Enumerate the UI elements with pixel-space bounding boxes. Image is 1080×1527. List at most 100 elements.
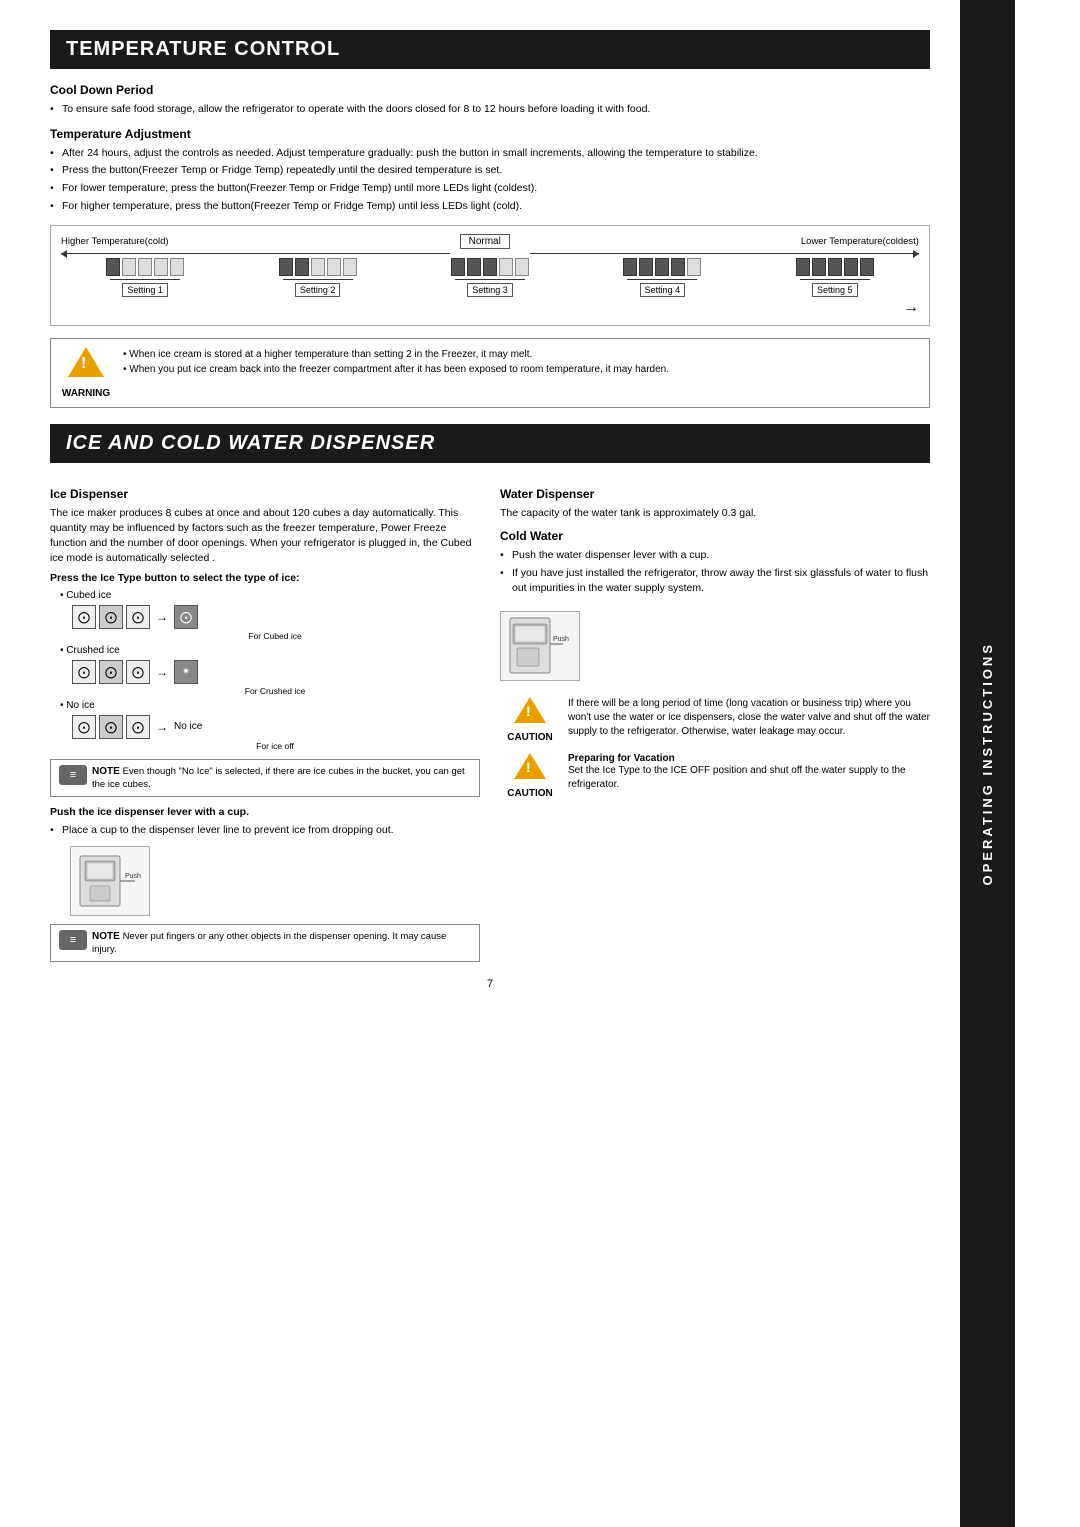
note-text-2: Never put fingers or any other objects i… [92, 931, 446, 955]
temp-adjustment-list: After 24 hours, adjust the controls as n… [50, 146, 930, 214]
note-box-2: ≡ NOTE Never put fingers or any other ob… [50, 924, 480, 963]
ice-icon-1: ⨀ [72, 605, 96, 629]
led [639, 258, 653, 276]
cool-down-text: To ensure safe food storage, allow the r… [50, 102, 930, 117]
setting-3-label: Setting 3 [467, 283, 513, 297]
svg-text:Push: Push [553, 636, 569, 643]
ice-arrow-2: → [156, 665, 168, 679]
led [796, 258, 810, 276]
setting-1-leds [106, 258, 184, 276]
setting-2-block: Setting 2 [279, 258, 357, 297]
caution-2-text-col: Preparing for Vacation Set the Ice Type … [568, 753, 930, 795]
setting-1-label: Setting 1 [122, 283, 168, 297]
led [515, 258, 529, 276]
cold-water-heading: Cold Water [500, 529, 930, 543]
caution-2-heading: Preparing for Vacation [568, 753, 930, 764]
no-ice-icon-group: ⨀ ⨀ ⨀ [72, 715, 150, 739]
caution-1-text: If there will be a long period of time (… [568, 697, 930, 739]
note-inner-1: ≡ NOTE Even though "No Ice" is selected,… [59, 765, 471, 792]
setting-line [283, 279, 353, 280]
setting-5-leds [796, 258, 874, 276]
led [295, 258, 309, 276]
cubed-ice-row: • Cubed ice ⨀ ⨀ ⨀ → ⨀ For Cubed ice [60, 590, 480, 641]
ice-icon-n3: ⨀ [126, 715, 150, 739]
note-label-2: NOTE [92, 931, 123, 942]
water-dispenser-image: Push [500, 611, 580, 681]
normal-label: Normal [460, 234, 510, 249]
temp-diagram: Higher Temperature(cold) Normal Lower Te… [50, 225, 930, 326]
caution-1-label: CAUTION [507, 732, 553, 743]
caution-2-label: CAUTION [507, 788, 553, 799]
setting-4-leds [623, 258, 701, 276]
lower-temp-label: Lower Temperature(coldest) [801, 236, 919, 247]
water-dispenser-image-row: Push [500, 603, 930, 689]
ice-icon-c1: ⨀ [72, 660, 96, 684]
setting-4-label: Setting 4 [640, 283, 686, 297]
ice-icon-selected-1: ⨀ [174, 605, 198, 629]
temp-adjustment-heading: Temperature Adjustment [50, 127, 930, 141]
push-bullet: Place a cup to the dispenser lever line … [50, 823, 480, 838]
note-content-2: NOTE Never put fingers or any other obje… [92, 930, 471, 957]
ice-section-title: ICE and COLD WATER DISPENSER [66, 432, 914, 455]
led [279, 258, 293, 276]
led [170, 258, 184, 276]
note-icon-2: ≡ [59, 930, 87, 950]
for-cubed-label: For Cubed ice [70, 631, 480, 641]
caution-box-1: CAUTION If there will be a long period o… [500, 697, 930, 743]
no-ice-end-label: No ice [174, 721, 202, 732]
cubed-ice-icon-group: ⨀ ⨀ ⨀ [72, 605, 150, 629]
setting-2-label: Setting 2 [295, 283, 341, 297]
ice-icon-2: ⨀ [99, 605, 123, 629]
no-ice-label: • No ice [60, 700, 480, 711]
ice-icon-c3: ⨀ [126, 660, 150, 684]
ice-icon-3: ⨀ [126, 605, 150, 629]
crushed-ice-icons: ⨀ ⨀ ⨀ → ✷ [72, 660, 480, 684]
crushed-ice-row: • Crushed ice ⨀ ⨀ ⨀ → ✷ For Crushed ice [60, 645, 480, 696]
setting-3-block: Setting 3 [451, 258, 529, 297]
ice-icon-selected-2: ✷ [174, 660, 198, 684]
for-crushed-label: For Crushed ice [70, 686, 480, 696]
ice-arrow-1: → [156, 610, 168, 624]
note-label-1: NOTE [92, 766, 123, 777]
caution-2-icon-col: CAUTION [500, 753, 560, 799]
ice-left-col: Ice Dispenser The ice maker produces 8 c… [50, 477, 480, 970]
warning-triangle-icon [68, 347, 104, 377]
led [311, 258, 325, 276]
led [655, 258, 669, 276]
temp-adj-bullet-1: After 24 hours, adjust the controls as n… [50, 146, 930, 161]
led [343, 258, 357, 276]
setting-line [110, 279, 180, 280]
setting-5-label: Setting 5 [812, 283, 858, 297]
note-symbol-1: ≡ [70, 769, 76, 781]
warning-box: WARNING • When ice cream is stored at a … [50, 338, 930, 408]
led [812, 258, 826, 276]
crushed-ice-label: • Crushed ice [60, 645, 480, 656]
led [828, 258, 842, 276]
cubed-ice-icons: ⨀ ⨀ ⨀ → ⨀ [72, 605, 480, 629]
setting-4-block: Setting 4 [623, 258, 701, 297]
cubed-ice-label: • Cubed ice [60, 590, 480, 601]
ice-icon-n2: ⨀ [99, 715, 123, 739]
led [844, 258, 858, 276]
ice-arrow-3: → [156, 720, 168, 734]
right-arrow [530, 253, 919, 254]
cool-down-heading: Cool Down Period [50, 83, 930, 97]
for-no-ice-label: For ice off [70, 741, 480, 751]
water-dispenser-svg: Push [505, 616, 575, 676]
caution-box-2: CAUTION Preparing for Vacation Set the I… [500, 753, 930, 799]
led [138, 258, 152, 276]
higher-temp-label: Higher Temperature(cold) [61, 236, 169, 247]
ice-dispenser-heading: Ice Dispenser [50, 487, 480, 501]
note-content-1: NOTE Even though "No Ice" is selected, i… [92, 765, 471, 792]
water-dispenser-body: The capacity of the water tank is approx… [500, 506, 930, 521]
led [483, 258, 497, 276]
ice-dispenser-body: The ice maker produces 8 cubes at once a… [50, 506, 480, 565]
svg-text:Push: Push [125, 873, 141, 880]
caution-1-icon-col: CAUTION [500, 697, 560, 743]
led [106, 258, 120, 276]
crushed-ice-icon-group: ⨀ ⨀ ⨀ [72, 660, 150, 684]
left-arrow [61, 253, 450, 254]
cold-bullet-2: If you have just installed the refrigera… [500, 566, 930, 595]
led [467, 258, 481, 276]
caution-1-triangle-icon [514, 697, 546, 723]
